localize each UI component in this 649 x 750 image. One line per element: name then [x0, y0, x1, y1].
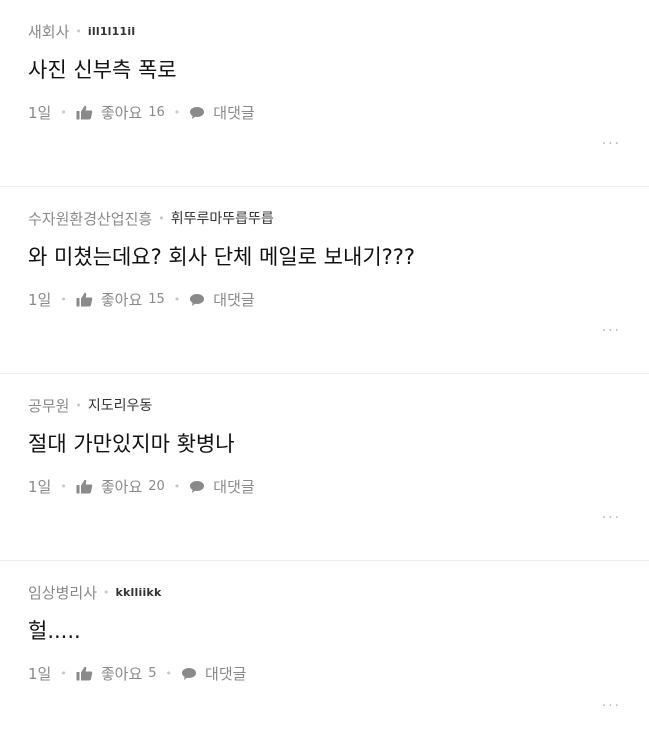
- speech-bubble-icon: [189, 480, 205, 494]
- like-label: 좋아요: [100, 291, 143, 309]
- like-button[interactable]: 좋아요 5: [76, 663, 157, 684]
- more-options-icon[interactable]: ...: [602, 319, 621, 335]
- comment-time: 1일: [28, 478, 52, 496]
- like-button[interactable]: 좋아요 20: [76, 476, 165, 497]
- action-separator: •: [173, 293, 181, 306]
- author-company[interactable]: 수자원환경산업진흥: [28, 208, 152, 229]
- thumbs-up-icon: [76, 479, 93, 494]
- reply-label: 대댓글: [213, 478, 255, 496]
- comment-text: 와 미쳤는데요? 회사 단체 메일로 보내기???: [28, 245, 416, 269]
- like-label: 좋아요: [100, 104, 143, 122]
- author-nickname[interactable]: 휘뚜루마뚜릅뚜릅: [171, 208, 274, 228]
- more-options-icon[interactable]: ...: [602, 506, 621, 522]
- reply-label: 대댓글: [205, 665, 247, 683]
- reply-button[interactable]: 대댓글: [181, 663, 246, 684]
- comment-actions: 1일 • 좋아요 15 • 대댓글: [28, 289, 649, 310]
- speech-bubble-icon: [181, 667, 197, 681]
- comment-item: 새회사 • ill1l11il 사진 신부측 폭로 1일 • 좋아요 16 • …: [0, 0, 649, 187]
- action-separator: •: [60, 480, 67, 493]
- comment-text: 절대 가만있지마 홧병나: [28, 432, 235, 456]
- meta-separator: •: [75, 24, 82, 38]
- reply-label: 대댓글: [213, 291, 255, 309]
- speech-bubble-icon: [189, 293, 205, 307]
- comment-item: 임상병리사 • kklliikk 헐..... 1일 • 좋아요 5 • 대댓글: [0, 561, 649, 748]
- comment-time: 1일: [28, 665, 52, 683]
- action-separator: •: [60, 106, 67, 119]
- author-company[interactable]: 임상병리사: [28, 582, 97, 603]
- meta-separator: •: [158, 211, 165, 225]
- like-count: 16: [148, 105, 165, 120]
- comment-time: 1일: [28, 291, 52, 309]
- like-count: 20: [148, 479, 165, 494]
- action-separator: •: [173, 480, 181, 493]
- like-button[interactable]: 좋아요 15: [76, 289, 165, 310]
- comment-text: 사진 신부측 폭로: [28, 58, 177, 82]
- reply-label: 대댓글: [213, 104, 255, 122]
- author-nickname[interactable]: ill1l11il: [88, 25, 135, 38]
- author-nickname[interactable]: kklliikk: [116, 586, 162, 599]
- comment-text: 헐.....: [28, 619, 81, 643]
- action-separator: •: [60, 667, 67, 680]
- comment-actions: 1일 • 좋아요 5 • 대댓글: [28, 663, 649, 684]
- comment-actions: 1일 • 좋아요 20 • 대댓글: [28, 476, 649, 497]
- like-count: 15: [148, 292, 165, 307]
- comment-item: 공무원 • 지도리우동 절대 가만있지마 홧병나 1일 • 좋아요 20 • 대…: [0, 374, 649, 561]
- comment-item: 수자원환경산업진흥 • 휘뚜루마뚜릅뚜릅 와 미쳤는데요? 회사 단체 메일로 …: [0, 187, 649, 374]
- comment-actions: 1일 • 좋아요 16 • 대댓글: [28, 102, 649, 123]
- more-options-icon[interactable]: ...: [602, 132, 621, 148]
- author-company[interactable]: 새회사: [28, 21, 69, 42]
- action-separator: •: [60, 293, 67, 306]
- reply-button[interactable]: 대댓글: [189, 289, 255, 310]
- comment-meta: 공무원 • 지도리우동: [28, 394, 649, 416]
- meta-separator: •: [103, 585, 110, 599]
- comment-meta: 임상병리사 • kklliikk: [28, 581, 649, 603]
- thumbs-up-icon: [76, 292, 93, 307]
- like-button[interactable]: 좋아요 16: [76, 102, 165, 123]
- reply-button[interactable]: 대댓글: [189, 476, 255, 497]
- author-company[interactable]: 공무원: [28, 395, 69, 416]
- comment-time: 1일: [28, 104, 52, 122]
- meta-separator: •: [75, 398, 82, 412]
- like-count: 5: [148, 666, 157, 681]
- speech-bubble-icon: [189, 106, 205, 120]
- action-separator: •: [165, 667, 173, 680]
- like-label: 좋아요: [100, 478, 143, 496]
- more-options-icon[interactable]: ...: [602, 694, 621, 710]
- thumbs-up-icon: [76, 666, 93, 681]
- author-nickname[interactable]: 지도리우동: [88, 395, 152, 415]
- action-separator: •: [173, 106, 181, 119]
- comment-list: 새회사 • ill1l11il 사진 신부측 폭로 1일 • 좋아요 16 • …: [0, 0, 649, 748]
- comment-meta: 새회사 • ill1l11il: [28, 20, 649, 42]
- thumbs-up-icon: [76, 105, 93, 120]
- reply-button[interactable]: 대댓글: [189, 102, 255, 123]
- like-label: 좋아요: [100, 665, 143, 683]
- comment-meta: 수자원환경산업진흥 • 휘뚜루마뚜릅뚜릅: [28, 207, 649, 229]
